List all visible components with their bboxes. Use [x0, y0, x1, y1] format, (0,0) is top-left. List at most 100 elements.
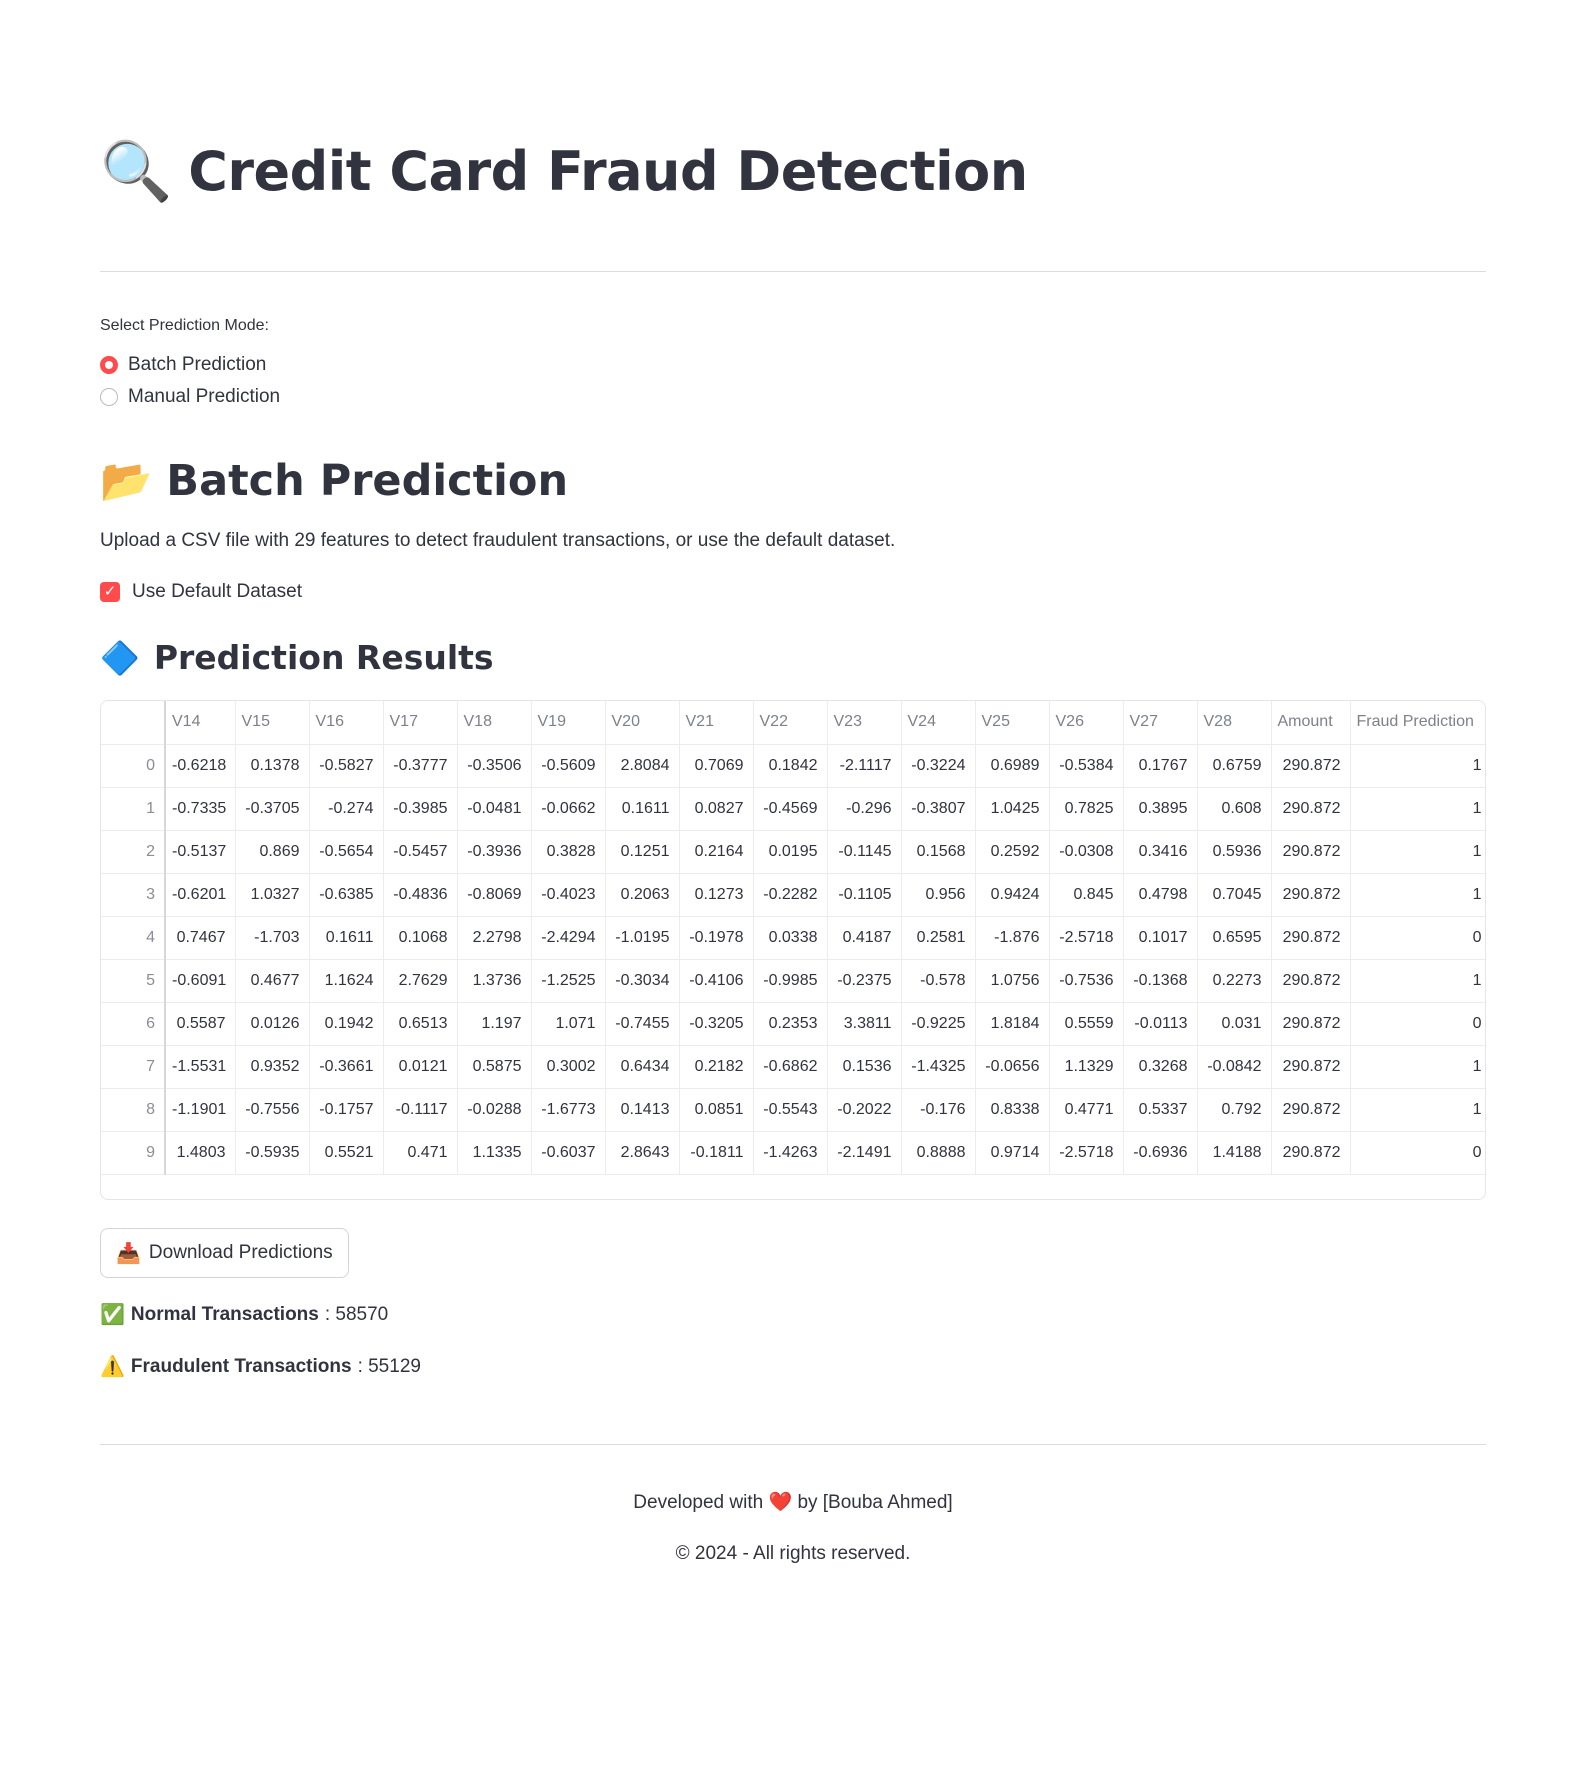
table-cell[interactable]: 1.4188 [1197, 1131, 1272, 1175]
table-cell[interactable]: 0.1068 [383, 916, 458, 960]
radio-selected-icon[interactable] [100, 356, 118, 374]
table-cell[interactable]: 1 [1350, 1045, 1485, 1089]
table-cell[interactable]: 0.6595 [1197, 916, 1272, 960]
table-cell[interactable]: 1.1329 [1049, 1045, 1124, 1089]
table-cell[interactable]: 1.0756 [975, 959, 1050, 1003]
table-cell[interactable]: -0.1811 [679, 1131, 754, 1175]
table-cell[interactable]: -0.274 [309, 787, 384, 831]
table-cell[interactable]: 0.9424 [975, 873, 1050, 917]
table-cell[interactable]: -0.6091 [165, 959, 236, 1003]
column-header[interactable]: V16 [309, 701, 384, 745]
column-header[interactable]: V24 [901, 701, 976, 745]
table-cell[interactable]: -0.5609 [531, 744, 606, 788]
table-row[interactable]: 0 -0.6218 0.1378 -0.5827 -0.3777 -0.3506 -0.56… [101, 744, 1485, 788]
row-index-cell[interactable]: 0 [101, 744, 166, 788]
column-header[interactable]: Amount [1271, 701, 1351, 745]
table-cell[interactable]: 0.0338 [753, 916, 828, 960]
table-cell[interactable]: -1.4263 [753, 1131, 828, 1175]
table-cell[interactable]: -0.1978 [679, 916, 754, 960]
table-cell[interactable]: 290.872 [1271, 744, 1351, 788]
table-cell[interactable]: 1 [1350, 873, 1485, 917]
radio-batch-prediction[interactable]: Batch Prediction [100, 354, 266, 376]
table-cell[interactable]: 290.872 [1271, 1002, 1351, 1046]
table-cell[interactable]: -2.1117 [827, 744, 902, 788]
table-cell[interactable]: -1.876 [975, 916, 1050, 960]
table-row[interactable]: 4 0.7467 -1.703 0.1611 0.1068 2.2798 -2.4294 -1… [101, 916, 1485, 960]
row-index-cell[interactable]: 1 [101, 787, 166, 831]
table-cell[interactable]: 0.792 [1197, 1088, 1272, 1132]
table-cell[interactable]: -0.6862 [753, 1045, 828, 1089]
table-cell[interactable]: 1 [1350, 1088, 1485, 1132]
table-cell[interactable]: 0.0827 [679, 787, 754, 831]
table-cell[interactable]: 1 [1350, 830, 1485, 874]
table-cell[interactable]: 0.1273 [679, 873, 754, 917]
table-cell[interactable]: 1.1335 [457, 1131, 532, 1175]
table-cell[interactable]: 0.7467 [165, 916, 236, 960]
table-cell[interactable]: -0.5654 [309, 830, 384, 874]
table-cell[interactable]: 0.9352 [235, 1045, 310, 1089]
table-cell[interactable]: 1 [1350, 959, 1485, 1003]
table-cell[interactable]: 0.956 [901, 873, 976, 917]
table-cell[interactable]: -0.1757 [309, 1088, 384, 1132]
table-cell[interactable]: 0.1251 [605, 830, 680, 874]
table-cell[interactable]: -0.4836 [383, 873, 458, 917]
table-cell[interactable]: 0.0851 [679, 1088, 754, 1132]
table-cell[interactable]: 0.869 [235, 830, 310, 874]
column-header[interactable]: V20 [605, 701, 680, 745]
table-cell[interactable]: 290.872 [1271, 830, 1351, 874]
table-row[interactable]: 2 -0.5137 0.869 -0.5654 -0.5457 -0.3936 0.3828… [101, 830, 1485, 874]
table-cell[interactable]: 2.2798 [457, 916, 532, 960]
table-cell[interactable]: -0.9985 [753, 959, 828, 1003]
table-cell[interactable]: -0.176 [901, 1088, 976, 1132]
table-cell[interactable]: -0.296 [827, 787, 902, 831]
table-cell[interactable]: 0.5559 [1049, 1002, 1124, 1046]
table-cell[interactable]: -0.3224 [901, 744, 976, 788]
table-cell[interactable]: 0.6434 [605, 1045, 680, 1089]
row-index-cell[interactable]: 5 [101, 959, 166, 1003]
table-cell[interactable]: -0.0113 [1123, 1002, 1198, 1046]
row-index-cell[interactable]: 6 [101, 1002, 166, 1046]
table-cell[interactable]: -0.3936 [457, 830, 532, 874]
table-cell[interactable]: 0.3895 [1123, 787, 1198, 831]
table-cell[interactable]: 0.6759 [1197, 744, 1272, 788]
table-cell[interactable]: 0.3002 [531, 1045, 606, 1089]
table-cell[interactable]: 1.197 [457, 1002, 532, 1046]
column-header[interactable]: V23 [827, 701, 902, 745]
table-cell[interactable]: -0.2282 [753, 873, 828, 917]
table-cell[interactable]: 0.2353 [753, 1002, 828, 1046]
table-cell[interactable]: 0.4771 [1049, 1088, 1124, 1132]
index-column-header[interactable] [101, 701, 166, 745]
table-cell[interactable]: -0.9225 [901, 1002, 976, 1046]
table-cell[interactable]: 290.872 [1271, 1131, 1351, 1175]
table-cell[interactable]: 0.3416 [1123, 830, 1198, 874]
table-cell[interactable]: -2.4294 [531, 916, 606, 960]
table-cell[interactable]: 0 [1350, 1131, 1485, 1175]
table-cell[interactable]: -0.6037 [531, 1131, 606, 1175]
table-cell[interactable]: -0.3705 [235, 787, 310, 831]
table-cell[interactable]: -0.5935 [235, 1131, 310, 1175]
table-cell[interactable]: 0.7045 [1197, 873, 1272, 917]
download-predictions-button[interactable]: 📥 Download Predictions [100, 1228, 349, 1278]
table-cell[interactable]: 0.3828 [531, 830, 606, 874]
row-index-cell[interactable]: 8 [101, 1088, 166, 1132]
table-cell[interactable]: 0.4187 [827, 916, 902, 960]
table-cell[interactable]: 3.3811 [827, 1002, 902, 1046]
table-row[interactable]: 8 -1.1901 -0.7556 -0.1757 -0.1117 -0.0288 -1.6… [101, 1088, 1485, 1132]
table-cell[interactable]: -1.5531 [165, 1045, 236, 1089]
table-cell[interactable]: -0.2022 [827, 1088, 902, 1132]
table-cell[interactable]: 2.8643 [605, 1131, 680, 1175]
table-cell[interactable]: -1.1901 [165, 1088, 236, 1132]
table-cell[interactable]: 0.5337 [1123, 1088, 1198, 1132]
table-cell[interactable]: -0.0662 [531, 787, 606, 831]
table-cell[interactable]: 290.872 [1271, 916, 1351, 960]
results-dataframe[interactable]: V14 V15 V16 V17 V18 V19 V20 V21 V22 V23 V24 V25 V26 V… [100, 700, 1486, 1200]
table-cell[interactable]: 290.872 [1271, 1088, 1351, 1132]
table-cell[interactable]: 290.872 [1271, 873, 1351, 917]
table-cell[interactable]: -0.3661 [309, 1045, 384, 1089]
table-cell[interactable]: 0.0121 [383, 1045, 458, 1089]
table-row[interactable]: 5 -0.6091 0.4677 1.1624 2.7629 1.3736 -1.2525-… [101, 959, 1485, 1003]
table-cell[interactable]: 0.2592 [975, 830, 1050, 874]
table-cell[interactable]: -0.7536 [1049, 959, 1124, 1003]
table-cell[interactable]: -0.5137 [165, 830, 236, 874]
table-cell[interactable]: -1.703 [235, 916, 310, 960]
